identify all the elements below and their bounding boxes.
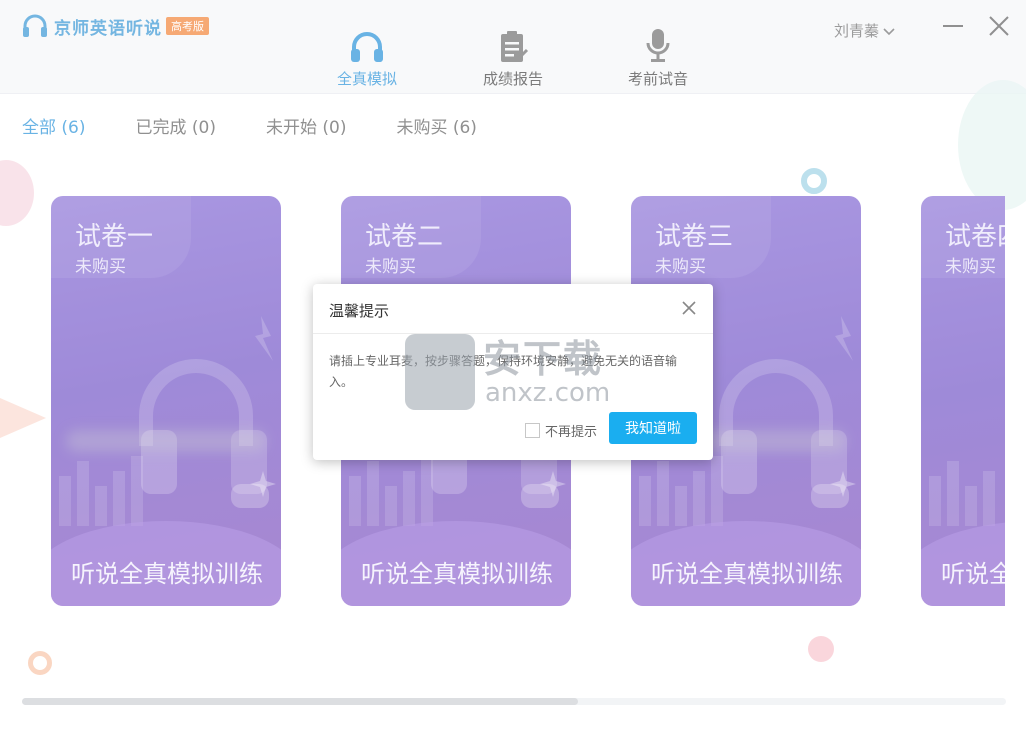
watermark-logo (405, 334, 475, 410)
app-window: 京师英语听说 高考版 全真模拟 成绩报告 考前试音 刘青蓁 全部 (6) 已完成… (0, 0, 1026, 744)
dialog-title: 温馨提示 (329, 302, 390, 320)
watermark-cn: 安下载 (483, 337, 604, 381)
watermark: 安下载 anxz.com (405, 328, 625, 412)
checkbox-box[interactable] (525, 423, 540, 438)
dialog-close-button[interactable] (679, 298, 699, 318)
checkbox-label: 不再提示 (545, 425, 598, 440)
confirm-button[interactable]: 我知道啦 (609, 412, 697, 444)
dont-show-again-checkbox[interactable]: 不再提示 (525, 421, 597, 440)
watermark-en: anxz.com (485, 378, 611, 408)
close-icon (682, 301, 696, 315)
